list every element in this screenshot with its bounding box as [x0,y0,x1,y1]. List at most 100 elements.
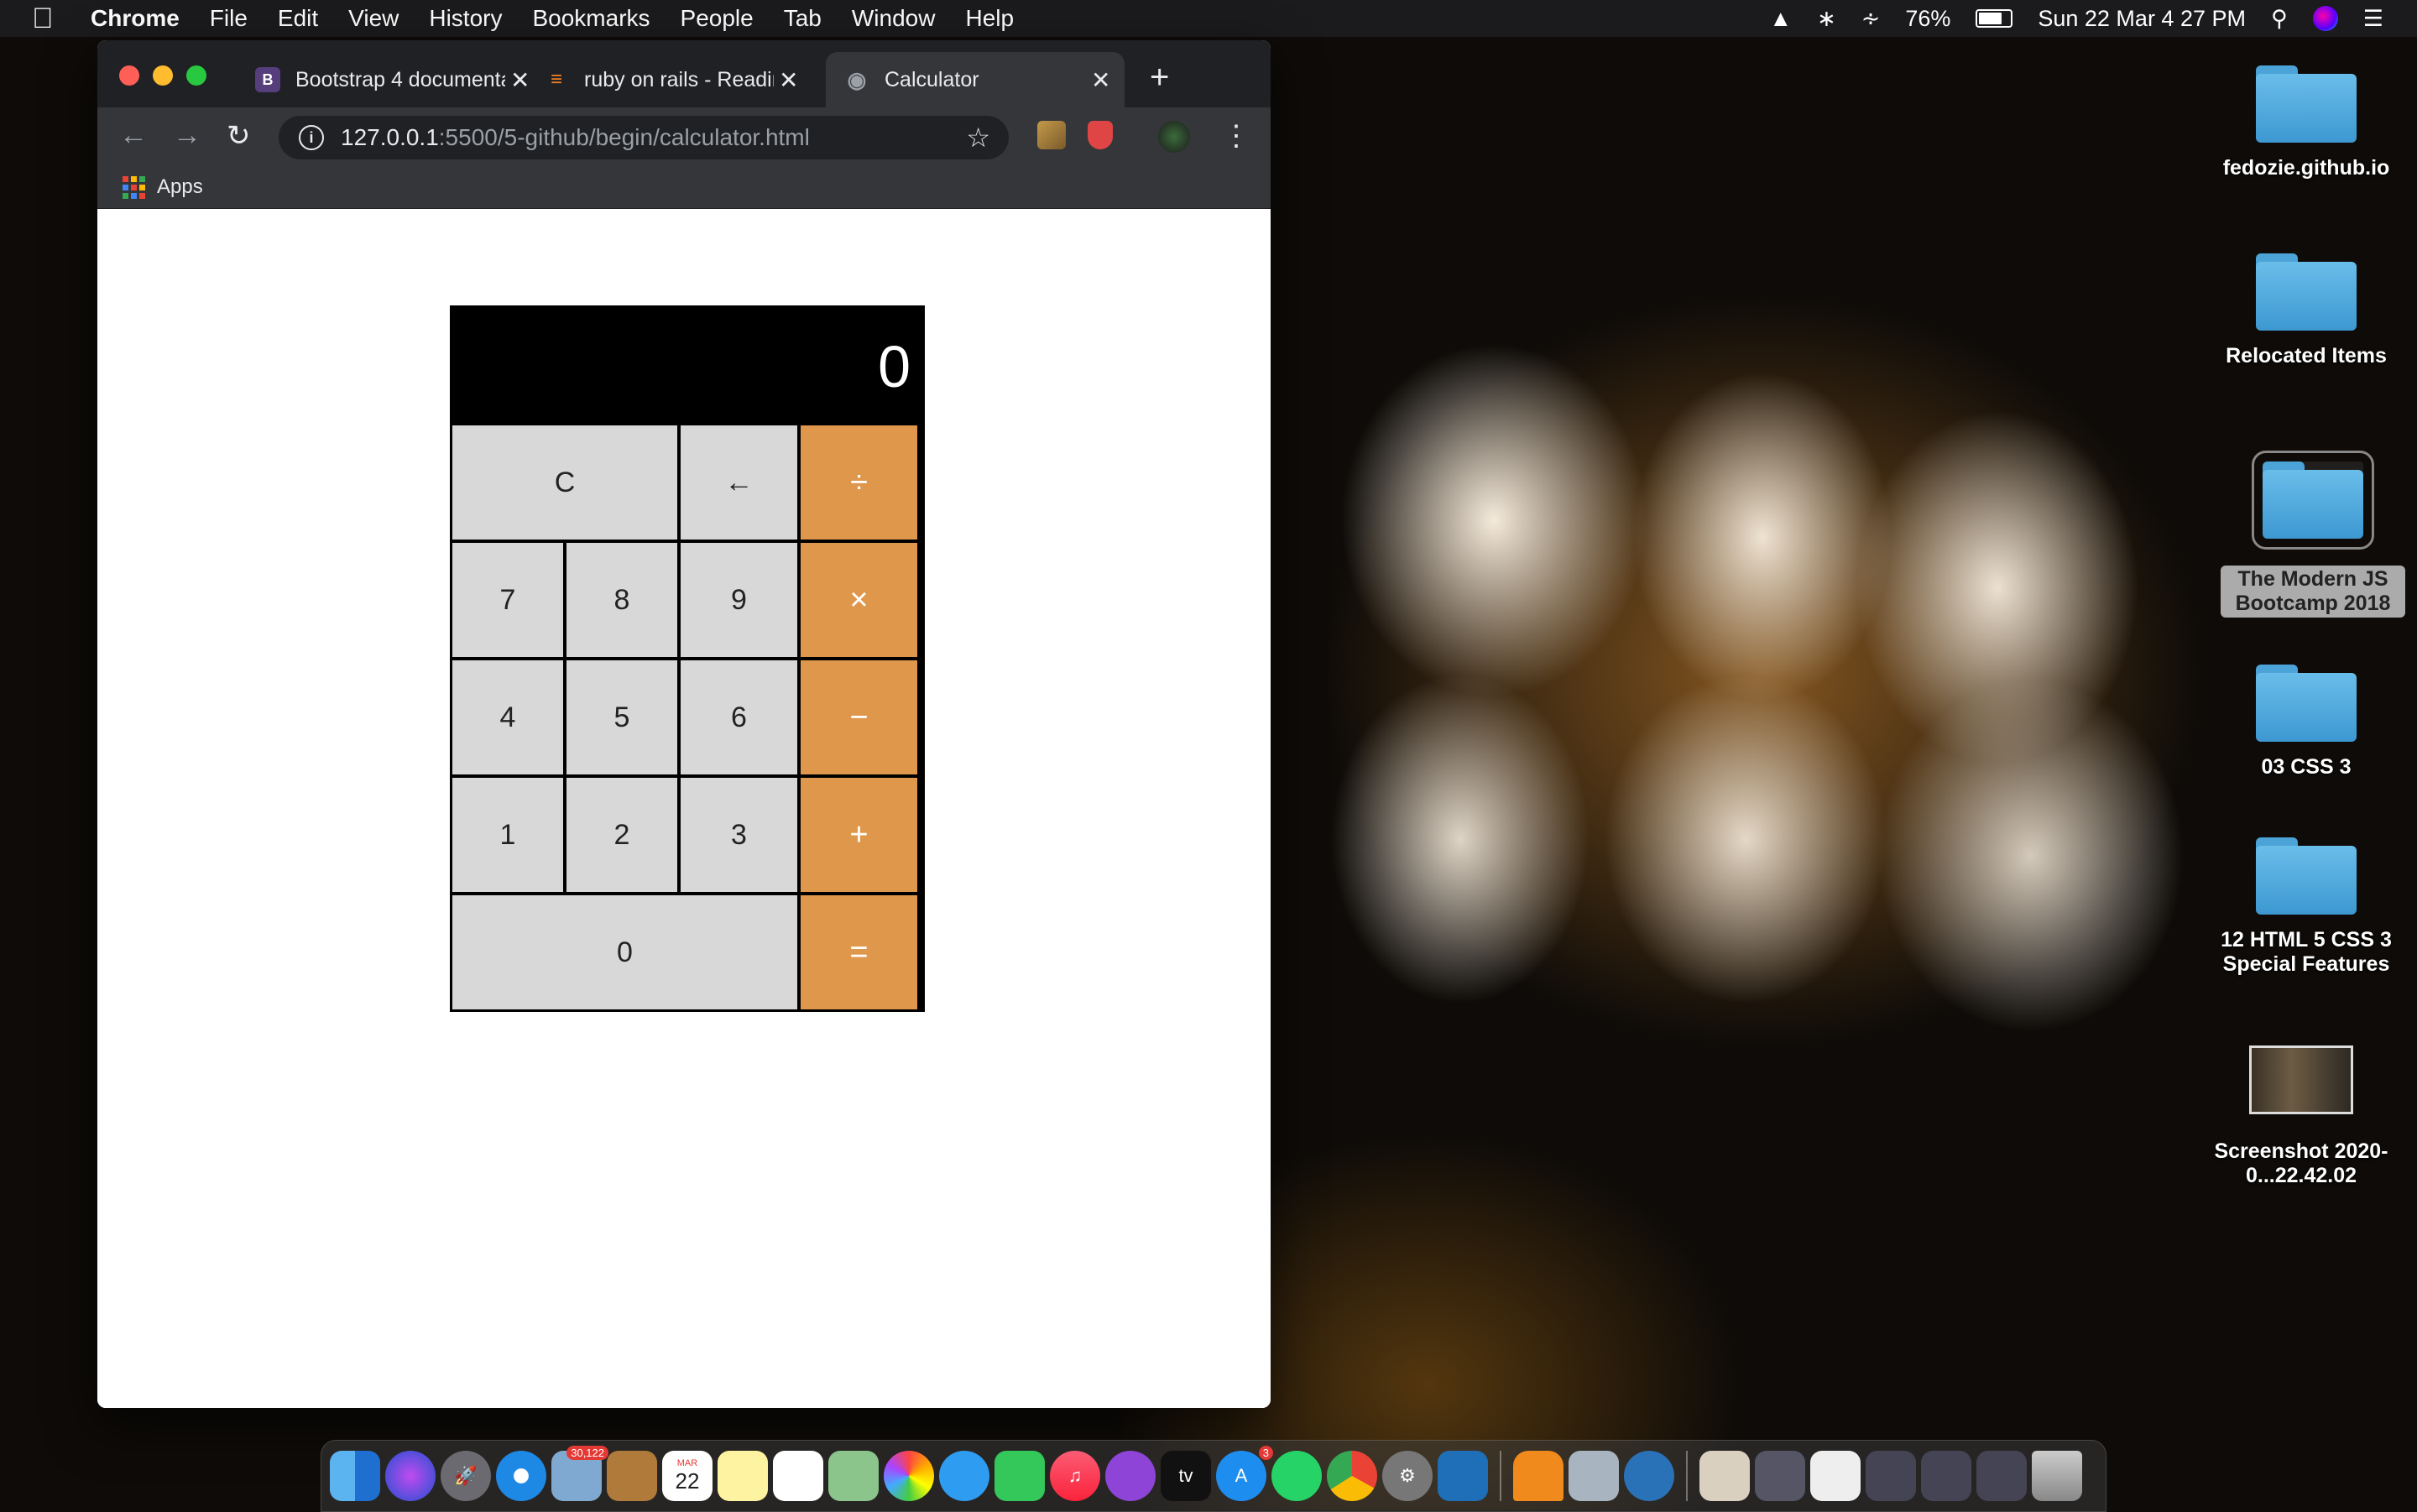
menu-help[interactable]: Help [965,5,1014,32]
desktop-folder-fedozie[interactable]: fedozie.github.io [2214,65,2399,180]
app-store-icon[interactable]: A3 [1216,1446,1273,1501]
recent-document-icon[interactable] [1755,1451,1805,1501]
apple-tv-icon[interactable]: tv [1161,1451,1211,1501]
minimize-window-button[interactable] [153,65,173,86]
chrome-icon[interactable] [1327,1451,1377,1501]
close-window-button[interactable] [119,65,139,86]
digit-7-button[interactable]: 7 [452,543,563,657]
digit-6-button[interactable]: 6 [681,660,797,774]
wifi-icon[interactable]: ∻ [1861,6,1881,32]
apps-grid-icon[interactable] [123,175,145,199]
digit-3-button[interactable]: 3 [681,778,797,892]
finder-icon[interactable] [330,1451,380,1501]
close-tab-icon[interactable]: ✕ [779,66,798,94]
notification-center-icon[interactable]: ☰ [2363,6,2383,32]
tab-calculator[interactable]: ◉ Calculator ✕ [826,52,1125,107]
contacts-icon[interactable] [607,1451,657,1501]
multiply-button[interactable]: × [801,543,917,657]
app-store-badge: 3 [1258,1446,1273,1460]
chrome-menu-icon[interactable]: ⋮ [1222,119,1250,153]
whatsapp-icon[interactable] [1271,1451,1322,1501]
digit-9-button[interactable]: 9 [681,543,797,657]
notes-icon[interactable] [718,1451,768,1501]
tab-bootstrap[interactable]: B Bootstrap 4 documentation ✕ [237,52,530,107]
forward-button[interactable]: → [173,119,201,152]
vlc-icon[interactable] [1513,1451,1563,1501]
music-icon[interactable]: ♫ [1050,1451,1100,1501]
menu-clock[interactable]: Sun 22 Mar 4 27 PM [2038,6,2246,32]
window-controls [119,65,206,86]
desktop-folder-css3[interactable]: 03 CSS 3 [2214,665,2399,779]
trash-icon[interactable] [2032,1451,2082,1501]
digit-8-button[interactable]: 8 [566,543,677,657]
recent-document-icon[interactable] [1810,1451,1861,1501]
menu-bookmarks[interactable]: Bookmarks [532,5,650,32]
battery-icon[interactable] [1976,9,2013,28]
backspace-button[interactable]: ← [681,425,797,540]
menu-people[interactable]: People [681,5,754,32]
bookmark-star-icon[interactable]: ☆ [966,122,990,154]
calendar-icon[interactable]: MAR 22 [662,1451,713,1501]
safari-icon[interactable] [496,1451,546,1501]
digit-5-button[interactable]: 5 [566,660,677,774]
subtract-button[interactable]: − [801,660,917,774]
vscode-icon[interactable] [1438,1451,1488,1501]
profile-avatar[interactable] [1158,121,1190,153]
desktop-folder-modern-js-bootcamp[interactable]: The Modern JS Bootcamp 2018 [2221,451,2405,618]
menu-view[interactable]: View [348,5,399,32]
add-button[interactable]: + [801,778,917,892]
downloads-stack-icon[interactable] [1699,1451,1750,1501]
extension-icon[interactable] [1037,121,1066,149]
digit-1-button[interactable]: 1 [452,778,563,892]
menu-edit[interactable]: Edit [278,5,318,32]
recent-window-icon[interactable] [1976,1451,2027,1501]
desktop-folder-relocated-items[interactable]: Relocated Items [2214,253,2399,368]
podcasts-icon[interactable] [1105,1451,1156,1501]
launchpad-icon[interactable]: 🚀 [441,1451,491,1501]
calculator-display: 0 [452,308,922,425]
digit-4-button[interactable]: 4 [452,660,563,774]
desktop-screenshot-file[interactable]: Screenshot 2020-0...22.42.02 [2209,1045,2394,1188]
digit-0-button[interactable]: 0 [452,895,797,1009]
digit-2-button[interactable]: 2 [566,778,677,892]
desktop-folder-html5-css3[interactable]: 12 HTML 5 CSS 3 Special Features [2214,837,2399,977]
siri-dock-icon[interactable] [385,1451,436,1501]
maps-icon[interactable] [828,1451,879,1501]
recent-window-icon[interactable] [1921,1451,1971,1501]
shield-extension-icon[interactable] [1088,121,1113,149]
quicktime-icon[interactable] [1624,1451,1674,1501]
system-preferences-icon[interactable]: ⚙ [1382,1451,1433,1501]
new-tab-button[interactable]: + [1150,59,1169,96]
siri-icon[interactable] [2312,6,2338,31]
browser-toolbar: ← → ↻ i 127.0.0.1:5500/5-github/begin/ca… [97,107,1271,166]
recent-window-icon[interactable] [1866,1451,1916,1501]
menu-file[interactable]: File [210,5,248,32]
close-tab-icon[interactable]: ✕ [1091,66,1110,94]
menu-history[interactable]: History [429,5,502,32]
divide-button[interactable]: ÷ [801,425,917,540]
menu-app-name[interactable]: Chrome [91,5,180,32]
reload-button[interactable]: ↻ [227,119,251,153]
apple-menu-icon[interactable]:  [32,3,65,35]
messages-icon[interactable] [939,1451,989,1501]
menu-tab[interactable]: Tab [784,5,822,32]
zoom-window-button[interactable] [186,65,206,86]
reminders-icon[interactable] [773,1451,823,1501]
equals-button[interactable]: = [801,895,917,1009]
facetime-icon[interactable] [994,1451,1045,1501]
back-button[interactable]: ← [119,119,148,152]
vlc-status-icon[interactable]: ▲ [1769,6,1792,32]
apps-bookmark[interactable]: Apps [157,175,203,199]
site-info-icon[interactable]: i [299,125,324,150]
menu-window[interactable]: Window [852,5,936,32]
photos-icon[interactable] [884,1451,934,1501]
preview-icon[interactable] [1569,1451,1619,1501]
tab-ruby-on-rails[interactable]: ≡ ruby on rails - Reading ✕ [525,52,798,107]
screenshot-thumbnail [2249,1045,2353,1114]
battery-percent[interactable]: 76% [1905,6,1950,32]
clear-button[interactable]: C [452,425,677,540]
mail-icon[interactable]: 30,122 [551,1446,608,1501]
spotlight-search-icon[interactable]: ⚲ [2271,6,2288,32]
address-bar[interactable]: i 127.0.0.1:5500/5-github/begin/calculat… [279,116,1009,159]
bluetooth-icon[interactable]: ∗ [1817,6,1836,32]
